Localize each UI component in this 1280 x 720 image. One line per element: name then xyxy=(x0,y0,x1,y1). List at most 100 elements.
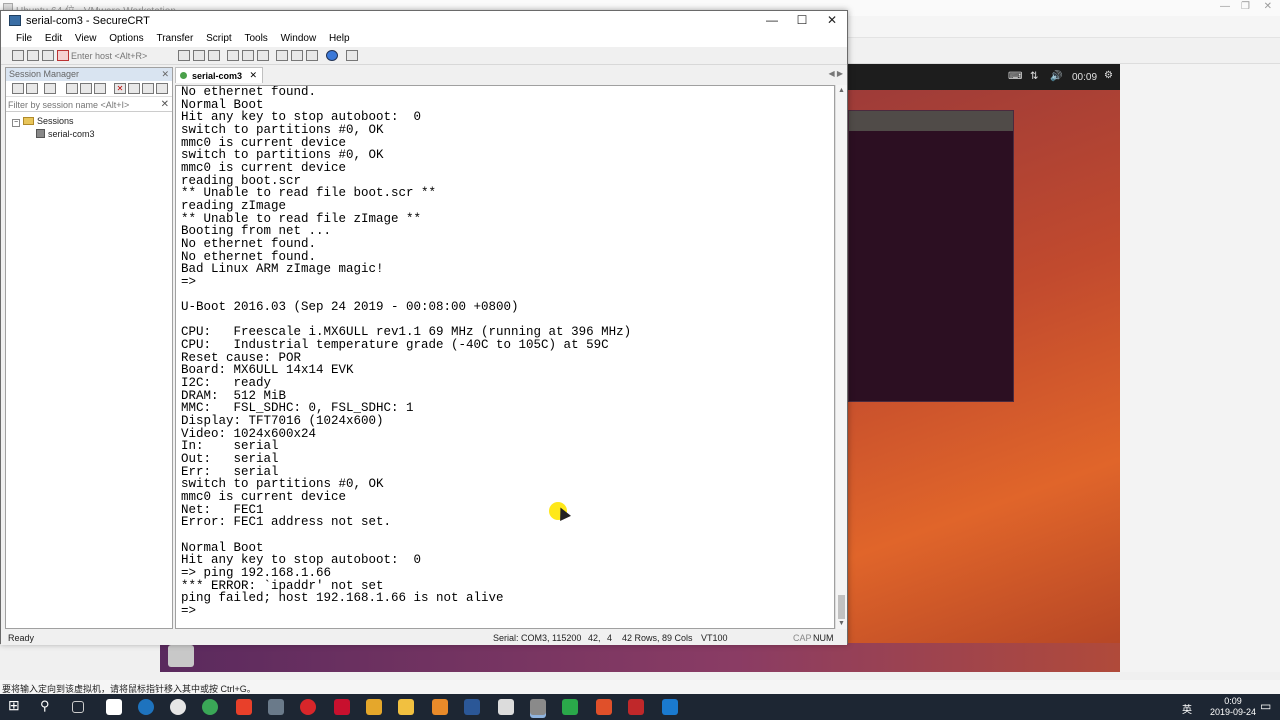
taskbar-app-files-icon[interactable] xyxy=(366,699,382,715)
close-icon[interactable]: ✕ xyxy=(1264,1,1272,12)
pin-icon[interactable] xyxy=(156,83,168,94)
folder-icon xyxy=(23,117,34,125)
minimize-icon[interactable]: — xyxy=(1220,1,1230,12)
taskbar-app-git-icon[interactable] xyxy=(432,699,448,715)
find-icon[interactable] xyxy=(208,50,220,61)
taskbar-app-camera-icon[interactable] xyxy=(106,699,122,715)
keyboard-icon[interactable]: ⌨ xyxy=(1008,71,1022,82)
quick-connect-icon[interactable] xyxy=(27,50,39,61)
taskbar-app-edge-icon[interactable] xyxy=(138,699,154,715)
menu-file[interactable]: File xyxy=(11,31,37,44)
session-filter-input[interactable] xyxy=(6,98,172,112)
ubuntu-clock[interactable]: 00:09 xyxy=(1072,72,1097,83)
securecrt-icon xyxy=(9,15,21,26)
search-icon[interactable]: ⚲ xyxy=(40,698,56,714)
tree-item-sessions[interactable]: − Sessions xyxy=(12,116,74,127)
taskbar-app-explorer-icon[interactable] xyxy=(398,699,414,715)
taskbar-app-utility-icon[interactable] xyxy=(268,699,284,715)
scroll-up-icon[interactable]: ▲ xyxy=(838,87,845,94)
taskbar-app-vscode-icon[interactable] xyxy=(662,699,678,715)
menu-tools[interactable]: Tools xyxy=(239,31,272,44)
taskbar-app-news-icon[interactable] xyxy=(334,699,350,715)
menu-edit[interactable]: Edit xyxy=(40,31,67,44)
menu-script[interactable]: Script xyxy=(201,31,237,44)
sftp-icon[interactable] xyxy=(346,50,358,61)
vmware-statusbar: 要将输入定向到该虚拟机，请将鼠标指针移入其中或按 Ctrl+G。 xyxy=(0,680,1280,694)
windows-start-icon[interactable]: ⊞ xyxy=(8,697,24,713)
keymap-icon[interactable] xyxy=(306,50,318,61)
menu-window[interactable]: Window xyxy=(276,31,322,44)
taskbar-app-chrome-icon[interactable] xyxy=(170,699,186,715)
connect-session-icon[interactable] xyxy=(12,83,24,94)
toolbar xyxy=(1,47,847,65)
ime-indicator[interactable]: 英 xyxy=(1182,701,1192,716)
menubar: File Edit View Options Transfer Script T… xyxy=(1,31,847,47)
global-options-icon[interactable] xyxy=(291,50,303,61)
network-icon[interactable]: ⇅ xyxy=(1030,71,1038,82)
disconnect-icon[interactable] xyxy=(57,50,69,61)
volume-icon[interactable]: 🔊 xyxy=(1050,71,1062,82)
taskbar-app-c2-icon[interactable] xyxy=(596,699,612,715)
paste-icon[interactable] xyxy=(193,50,205,61)
close-button[interactable]: ✕ xyxy=(817,13,847,27)
task-view-icon[interactable] xyxy=(72,701,84,713)
menu-options[interactable]: Options xyxy=(104,31,148,44)
menu-help[interactable]: Help xyxy=(324,31,355,44)
scrollbar-thumb[interactable] xyxy=(838,595,845,619)
status-size: 42 Rows, 89 Cols xyxy=(622,633,693,643)
print-setup-icon[interactable] xyxy=(257,50,269,61)
tree-item-serial-com3[interactable]: serial-com3 xyxy=(36,129,95,139)
rename-icon[interactable] xyxy=(142,83,154,94)
collapse-icon[interactable]: − xyxy=(12,119,20,127)
taskbar-app-tool-icon[interactable] xyxy=(236,699,252,715)
gear-icon[interactable]: ⚙ xyxy=(1104,70,1113,81)
ubuntu-terminal-window[interactable] xyxy=(848,110,1014,402)
copy-icon[interactable] xyxy=(178,50,190,61)
taskbar-app-netease-icon[interactable] xyxy=(300,699,316,715)
terminal-scrollbar[interactable]: ▲ ▼ xyxy=(835,85,847,629)
restore-icon[interactable]: ❐ xyxy=(1241,1,1250,12)
tab-serial-com3[interactable]: serial-com3 ✕ xyxy=(175,67,263,83)
connect-tab-icon[interactable] xyxy=(42,50,54,61)
taskbar-app-filezilla-icon[interactable] xyxy=(628,699,644,715)
connect-icon[interactable] xyxy=(12,50,24,61)
taskbar-app-vmware-icon[interactable] xyxy=(530,699,546,715)
menu-transfer[interactable]: Transfer xyxy=(151,31,198,44)
taskbar-app-browser-icon[interactable] xyxy=(202,699,218,715)
menu-view[interactable]: View xyxy=(70,31,102,44)
print-selection-icon[interactable] xyxy=(242,50,254,61)
ubuntu-window-titlebar xyxy=(849,111,1013,131)
copy-session-icon[interactable] xyxy=(80,83,92,94)
minimize-button[interactable]: — xyxy=(757,13,787,27)
tab-label: serial-com3 xyxy=(192,71,243,81)
close-tab-icon[interactable]: ✕ xyxy=(249,70,257,81)
clear-filter-icon[interactable]: ✕ xyxy=(161,99,169,110)
status-cap: CAP xyxy=(793,633,812,643)
status-row: 42, xyxy=(588,633,601,643)
tab-scroll-arrows[interactable]: ◀ ▶ xyxy=(828,69,843,78)
status-ready: Ready xyxy=(8,633,35,643)
taskbar-app-calculator-icon[interactable] xyxy=(498,699,514,715)
host-input[interactable] xyxy=(71,49,171,62)
maximize-button[interactable]: ☐ xyxy=(787,13,817,27)
window-title: serial-com3 - SecureCRT xyxy=(26,15,150,27)
new-session-icon[interactable] xyxy=(26,83,38,94)
help-icon[interactable] xyxy=(326,50,338,61)
new-folder-icon[interactable] xyxy=(44,83,56,94)
properties-icon[interactable] xyxy=(128,83,140,94)
taskbar-app-word-icon[interactable] xyxy=(464,699,480,715)
cut-icon[interactable] xyxy=(66,83,78,94)
delete-icon[interactable]: ✕ xyxy=(114,83,126,94)
taskbar-app-c-icon[interactable] xyxy=(562,699,578,715)
close-panel-icon[interactable]: ✕ xyxy=(161,68,169,81)
status-connection: Serial: COM3, 115200 xyxy=(493,633,582,643)
terminal-output: No ethernet found. Normal Boot Hit any k… xyxy=(181,85,632,618)
terminal-area[interactable]: No ethernet found. Normal Boot Hit any k… xyxy=(175,85,835,629)
system-clock[interactable]: 0:09 2019-09-24 xyxy=(1210,696,1256,718)
paste-session-icon[interactable] xyxy=(94,83,106,94)
notifications-icon[interactable]: ▭ xyxy=(1260,699,1276,715)
session-options-icon[interactable] xyxy=(276,50,288,61)
print-icon[interactable] xyxy=(227,50,239,61)
scroll-down-icon[interactable]: ▼ xyxy=(838,620,845,627)
trash-icon[interactable] xyxy=(168,645,194,667)
